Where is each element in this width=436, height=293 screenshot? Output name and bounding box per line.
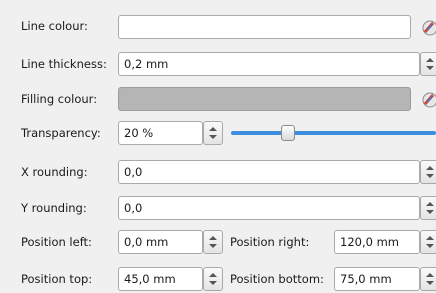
y-rounding-spin-arrows-icon[interactable]: [420, 196, 436, 220]
colour-picker-icon[interactable]: [417, 88, 436, 110]
x-rounding-input[interactable]: 0,0: [118, 160, 420, 184]
transparency-slider-track[interactable]: [231, 131, 436, 135]
transparency-label: Transparency:: [21, 126, 101, 140]
colour-picker-icon[interactable]: [417, 16, 436, 38]
transparency-spin-arrows-icon[interactable]: [203, 121, 223, 145]
position-right-spin-arrows-icon[interactable]: [420, 230, 436, 254]
transparency-input[interactable]: 20 %: [118, 121, 203, 145]
position-left-label: Position left:: [21, 235, 92, 249]
position-bottom-label: Position bottom:: [230, 272, 324, 286]
position-left-spin-arrows-icon[interactable]: [203, 230, 223, 254]
position-left-input[interactable]: 0,0 mm: [118, 230, 203, 254]
filling-colour-swatch: [118, 87, 411, 111]
transparency-slider-handle[interactable]: [281, 125, 295, 141]
position-right-label: Position right:: [230, 235, 310, 249]
x-rounding-label: X rounding:: [21, 165, 88, 179]
line-thickness-spin-arrows-icon[interactable]: [420, 52, 436, 76]
position-right-input[interactable]: 120,0 mm: [334, 230, 420, 254]
line-thickness-label: Line thickness:: [21, 57, 107, 71]
line-colour-label: Line colour:: [21, 19, 88, 33]
line-colour-field[interactable]: [118, 15, 411, 39]
x-rounding-spin-arrows-icon[interactable]: [420, 160, 436, 184]
position-bottom-spin-arrows-icon[interactable]: [420, 267, 436, 291]
position-bottom-input[interactable]: 75,0 mm: [334, 267, 420, 291]
position-top-label: Position top:: [21, 272, 93, 286]
line-thickness-input[interactable]: 0,2 mm: [118, 52, 420, 76]
filling-colour-label: Filling colour:: [21, 92, 98, 106]
position-top-spin-arrows-icon[interactable]: [203, 267, 223, 291]
y-rounding-input[interactable]: 0,0: [118, 196, 420, 220]
y-rounding-label: Y rounding:: [21, 201, 87, 215]
position-top-input[interactable]: 45,0 mm: [118, 267, 203, 291]
